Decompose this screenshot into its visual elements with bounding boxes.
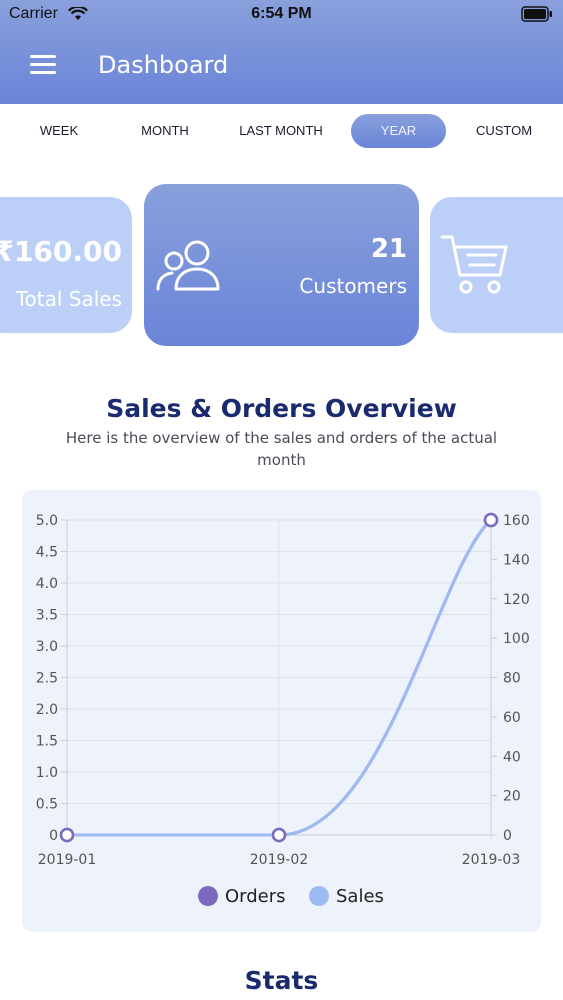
y-left-tick-label: 3.5 [36,608,58,624]
y-left-tick-label: 1.5 [36,734,58,750]
total-sales-label: Total Sales [15,287,122,311]
x-tick-label: 2019-02 [250,852,309,868]
app-header: Carrier 6:54 PM Dashboard [0,0,563,104]
overview-title: Sales & Orders Overview [106,394,457,423]
tab-month[interactable]: MONTH [120,114,210,148]
y-left-tick-label: 4.0 [36,576,58,592]
y-left-tick-label: 0.5 [36,797,58,813]
page-title: Dashboard [98,51,229,79]
y-right-tick-label: 120 [503,592,530,608]
data-point-sales [483,512,499,528]
y-right-tick-label: 140 [503,552,530,568]
status-bar: Carrier 6:54 PM [0,0,563,30]
orders-card[interactable] [430,197,563,333]
y-right-tick-label: 0 [503,828,512,844]
y-right-tick-label: 20 [503,789,521,805]
battery-icon [521,6,552,22]
x-tick-label: 2019-03 [462,852,521,868]
legend-swatch-sales [309,886,329,906]
tab-custom[interactable]: CUSTOM [460,114,548,148]
customers-label: Customers [299,274,407,298]
overview-subtitle: Here is the overview of the sales and or… [65,429,498,469]
y-left-tick-label: 2.0 [36,702,58,718]
y-left-tick-label: 4.5 [36,545,58,561]
y-right-tick-label: 60 [503,710,521,726]
tab-last-month[interactable]: LAST MONTH [226,114,336,148]
hamburger-menu-icon[interactable] [30,55,56,75]
total-sales-card[interactable]: ₹160.00 Total Sales [0,197,132,333]
y-right-tick-label: 80 [503,671,521,687]
data-point-sales [271,827,287,843]
legend-swatch-orders [198,886,218,906]
y-right-tick-label: 100 [503,631,530,647]
status-time: 6:54 PM [251,5,312,22]
y-right-tick-label: 160 [503,513,530,529]
y-left-tick-label: 2.5 [36,671,58,687]
tab-year[interactable]: YEAR [351,114,446,148]
stats-title: Stats [244,966,319,995]
x-tick-label: 2019-01 [38,852,97,868]
customers-value: 21 [370,234,407,264]
shopping-cart-icon [440,235,508,294]
y-left-tick-label: 1.0 [36,765,58,781]
y-left-tick-label: 0 [49,828,58,844]
summary-cards: ₹160.00 Total Sales 21 Customers [0,182,563,352]
y-left-tick-label: 3.0 [36,639,58,655]
overview-chart-panel: 0 0.5 1.0 1.5 2.0 2.5 3.0 3.5 4.0 4.5 5.0 0 20 40 60 80… [22,490,541,932]
total-sales-value: ₹160.00 [0,235,122,268]
customers-card[interactable]: 21 Customers [144,184,419,346]
users-icon [156,240,220,291]
tab-week[interactable]: WEEK [14,114,104,148]
period-tabs: WEEK MONTH LAST MONTH YEAR CUSTOM [0,112,563,150]
y-right-tick-label: 40 [503,749,521,765]
data-point-sales [59,827,75,843]
overview-chart: 0 0.5 1.0 1.5 2.0 2.5 3.0 3.5 4.0 4.5 5.0 0 20 40 60 80… [36,512,530,907]
legend-label-orders: Orders [225,886,286,907]
y-left-tick-label: 5.0 [36,513,58,529]
legend-label-sales: Sales [336,886,384,907]
